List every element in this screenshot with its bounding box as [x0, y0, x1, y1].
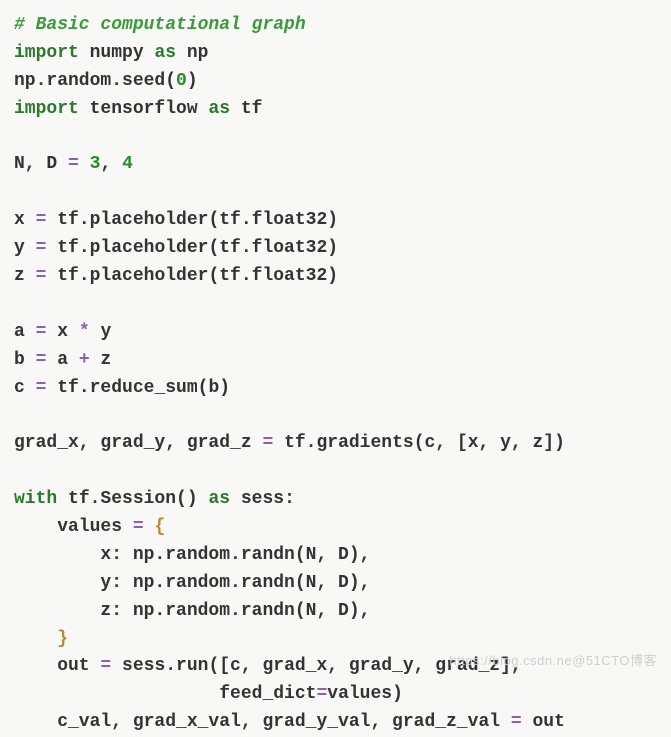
- operator-equals: =: [36, 378, 47, 398]
- text: tf.placeholder(tf.float32): [46, 210, 338, 230]
- text: np: [176, 43, 208, 63]
- operator-equals: =: [262, 433, 273, 453]
- blank-line: [14, 124, 657, 152]
- code-line-20: x: np.random.randn(N, D),: [14, 542, 657, 570]
- code-line-23: }: [14, 626, 657, 654]
- keyword-import: import: [14, 43, 79, 63]
- text: tf.Session(): [57, 489, 208, 509]
- text: [14, 629, 57, 649]
- code-line-16: grad_x, grad_y, grad_z = tf.gradients(c,…: [14, 430, 657, 458]
- keyword-import: import: [14, 99, 79, 119]
- text: tf.reduce_sum(b): [46, 378, 230, 398]
- text: c_val, grad_x_val, grad_y_val, grad_z_va…: [14, 712, 511, 732]
- code-line-18: with tf.Session() as sess:: [14, 486, 657, 514]
- code-line-19: values = {: [14, 514, 657, 542]
- operator-equals: =: [36, 238, 47, 258]
- code-line-21: y: np.random.randn(N, D),: [14, 570, 657, 598]
- text: a: [14, 322, 36, 342]
- text: ,: [100, 154, 122, 174]
- text: out: [522, 712, 565, 732]
- operator-equals: =: [100, 656, 111, 676]
- code-line-10: z = tf.placeholder(tf.float32): [14, 263, 657, 291]
- text: x: [46, 322, 78, 342]
- text: tf.placeholder(tf.float32): [46, 238, 338, 258]
- text: out: [14, 656, 100, 676]
- code-line-14: c = tf.reduce_sum(b): [14, 375, 657, 403]
- code-block: # Basic computational graph import numpy…: [14, 12, 657, 737]
- code-line-4: import tensorflow as tf: [14, 96, 657, 124]
- blank-line: [14, 179, 657, 207]
- text: a: [46, 350, 78, 370]
- text: y: [14, 238, 36, 258]
- text: tf.gradients(c, [x, y, z]): [273, 433, 565, 453]
- text: b: [14, 350, 36, 370]
- text: N, D: [14, 154, 68, 174]
- operator-equals: =: [36, 266, 47, 286]
- code-line-1: # Basic computational graph: [14, 12, 657, 40]
- text: y: [90, 322, 112, 342]
- brace-open: {: [154, 517, 165, 537]
- blank-line: [14, 291, 657, 319]
- operator-plus: +: [79, 350, 90, 370]
- code-line-13: b = a + z: [14, 347, 657, 375]
- keyword-as: as: [208, 489, 230, 509]
- keyword-as: as: [208, 99, 230, 119]
- text: tensorflow: [79, 99, 209, 119]
- text: np.random.seed(: [14, 71, 176, 91]
- code-line-3: np.random.seed(0): [14, 68, 657, 96]
- brace-close: }: [57, 629, 68, 649]
- text: y: np.random.randn(N, D),: [14, 573, 370, 593]
- code-line-25: feed_dict=values): [14, 681, 657, 709]
- text: values): [327, 684, 403, 704]
- operator-equals: =: [133, 517, 144, 537]
- operator-equals: =: [36, 210, 47, 230]
- text: grad_x, grad_y, grad_z: [14, 433, 262, 453]
- keyword-with: with: [14, 489, 57, 509]
- text: z: [14, 266, 36, 286]
- text: x: [14, 210, 36, 230]
- text: z: np.random.randn(N, D),: [14, 601, 370, 621]
- operator-equals: =: [316, 684, 327, 704]
- text: c: [14, 378, 36, 398]
- number: 4: [122, 154, 133, 174]
- code-line-26: c_val, grad_x_val, grad_y_val, grad_z_va…: [14, 709, 657, 737]
- text: x: np.random.randn(N, D),: [14, 545, 370, 565]
- text: tf: [230, 99, 262, 119]
- comment: # Basic computational graph: [14, 15, 306, 35]
- text: feed_dict: [14, 684, 316, 704]
- watermark-text: https://blog.csdn.ne@51CTO博客: [449, 651, 657, 671]
- text: tf.placeholder(tf.float32): [46, 266, 338, 286]
- keyword-as: as: [154, 43, 176, 63]
- number: 0: [176, 71, 187, 91]
- operator-equals: =: [511, 712, 522, 732]
- text: numpy: [79, 43, 155, 63]
- operator-equals: =: [68, 154, 79, 174]
- text: z: [90, 350, 112, 370]
- code-line-2: import numpy as np: [14, 40, 657, 68]
- code-line-8: x = tf.placeholder(tf.float32): [14, 207, 657, 235]
- code-line-6: N, D = 3, 4: [14, 151, 657, 179]
- text: [79, 154, 90, 174]
- code-line-12: a = x * y: [14, 319, 657, 347]
- text: values: [14, 517, 133, 537]
- text: ): [187, 71, 198, 91]
- blank-line: [14, 402, 657, 430]
- code-line-22: z: np.random.randn(N, D),: [14, 598, 657, 626]
- number: 3: [90, 154, 101, 174]
- text: [144, 517, 155, 537]
- code-line-9: y = tf.placeholder(tf.float32): [14, 235, 657, 263]
- blank-line: [14, 458, 657, 486]
- operator-equals: =: [36, 322, 47, 342]
- text: sess:: [230, 489, 295, 509]
- operator-equals: =: [36, 350, 47, 370]
- operator-multiply: *: [79, 322, 90, 342]
